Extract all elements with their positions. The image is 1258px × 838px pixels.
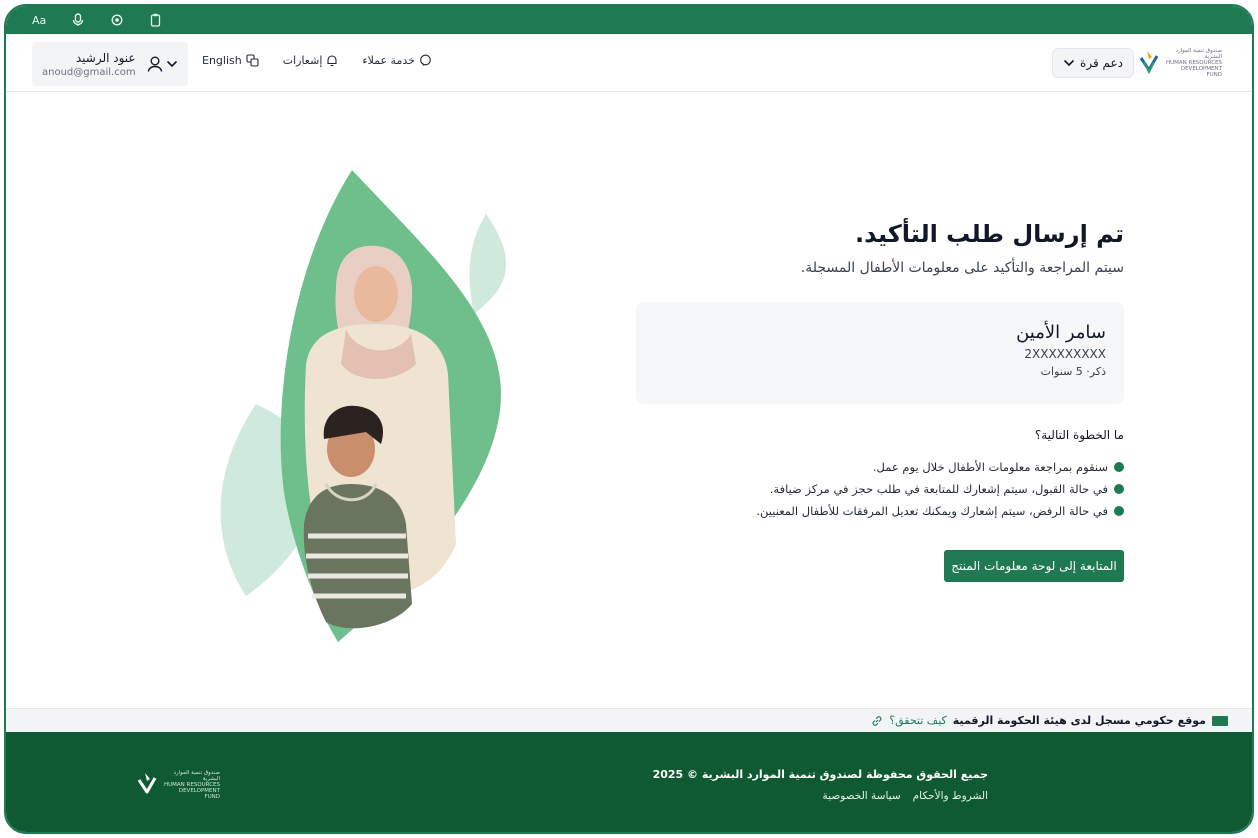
user-menu[interactable]: عنود الرشيد anoud@gmail.com bbox=[32, 42, 188, 86]
copyright-text: جميع الحقوق محفوظة لصندوق تنمية الموارد … bbox=[652, 768, 988, 781]
footer-logo[interactable]: صندوق تنمية الموارد البشرية HUMAN RESOUR… bbox=[136, 770, 220, 800]
continue-to-dashboard-button[interactable]: المتابعة إلى لوحة معلومات المنتج bbox=[944, 550, 1124, 582]
next-steps-list: سنقوم بمراجعة معلومات الأطفال خلال يوم ع… bbox=[756, 456, 1124, 522]
gov-registration-text: موقع حكومي مسجل لدى هيئة الحكومة الرقمية bbox=[952, 714, 1206, 727]
user-name: عنود الرشيد bbox=[75, 50, 136, 65]
footer: جميع الحقوق محفوظة لصندوق تنمية الموارد … bbox=[6, 732, 1252, 832]
header-nav: English إشعارات خدمة عملاء bbox=[202, 54, 432, 67]
logo-text-en: HUMAN RESOURCES DEVELOPMENT FUND bbox=[1165, 60, 1222, 78]
logo-mark-icon bbox=[137, 773, 157, 794]
leaf-small-right bbox=[469, 214, 507, 314]
child-meta: ذكر· 5 سنوات bbox=[1040, 365, 1106, 378]
list-item: سنقوم بمراجعة معلومات الأطفال خلال يوم ع… bbox=[756, 456, 1124, 478]
gov-registration-bar: موقع حكومي مسجل لدى هيئة الحكومة الرقمية… bbox=[6, 708, 1252, 732]
microphone-icon[interactable] bbox=[72, 6, 84, 34]
privacy-link[interactable]: سياسة الخصوصية bbox=[823, 790, 901, 802]
language-toggle[interactable]: English bbox=[202, 54, 259, 67]
chevron-down-icon bbox=[166, 60, 178, 68]
logo-mark-icon bbox=[1139, 51, 1159, 75]
child-card: سامر الأمين 2XXXXXXXXX ذكر· 5 سنوات bbox=[636, 302, 1124, 404]
how-to-verify-link[interactable]: كيف تتحقق؟ bbox=[889, 714, 947, 727]
page-title: تم إرسال طلب التأكيد. bbox=[855, 220, 1124, 248]
translate-icon bbox=[246, 54, 259, 67]
next-step-title: ما الخطوة التالية؟ bbox=[1034, 428, 1124, 442]
logo-text-ar: صندوق تنمية الموارد البشرية bbox=[1175, 48, 1222, 60]
list-item: في حالة الرفض، سيتم إشعارك ويمكنك تعديل … bbox=[756, 500, 1124, 522]
user-email: anoud@gmail.com bbox=[42, 66, 136, 78]
list-item: في حالة القبول، سيتم إشعارك للمتابعة في … bbox=[756, 478, 1124, 500]
chat-icon bbox=[420, 54, 431, 66]
support-label: دعم قرة bbox=[1080, 56, 1123, 70]
bullet-icon bbox=[1114, 506, 1124, 516]
eye-icon[interactable] bbox=[110, 6, 124, 34]
hrdf-logo[interactable]: صندوق تنمية الموارد البشرية HUMAN RESOUR… bbox=[1138, 48, 1222, 78]
clipboard-icon[interactable] bbox=[150, 6, 161, 34]
header: صندوق تنمية الموارد البشرية HUMAN RESOUR… bbox=[6, 34, 1252, 92]
notifications-link[interactable]: إشعارات bbox=[283, 54, 339, 67]
support-dropdown[interactable]: دعم قرة bbox=[1052, 48, 1134, 78]
customer-service-link[interactable]: خدمة عملاء bbox=[362, 54, 432, 67]
link-icon[interactable] bbox=[871, 715, 883, 727]
hero-illustration bbox=[220, 170, 507, 642]
bell-icon bbox=[327, 55, 337, 67]
chevron-down-icon bbox=[1063, 59, 1075, 67]
child-name: سامر الأمين bbox=[1016, 322, 1106, 343]
bullet-icon bbox=[1114, 484, 1124, 494]
page-subtitle: سيتم المراجعة والتأكيد على معلومات الأطف… bbox=[800, 260, 1124, 276]
bullet-icon bbox=[1114, 462, 1124, 472]
language-label: English bbox=[202, 54, 242, 67]
customer-service-label: خدمة عملاء bbox=[362, 54, 415, 67]
footer-logo-text-ar: صندوق تنمية الموارد البشرية bbox=[173, 770, 220, 782]
accessibility-bar: Aa bbox=[6, 6, 1252, 34]
terms-link[interactable]: الشروط والأحكام bbox=[913, 790, 988, 802]
font-size-button[interactable]: Aa bbox=[32, 6, 46, 34]
notifications-label: إشعارات bbox=[282, 54, 323, 67]
footer-links: الشروط والأحكام سياسة الخصوصية bbox=[823, 790, 988, 802]
app-frame: Aa صندوق تنمية الموارد البشرية HUMAN RES… bbox=[4, 4, 1254, 834]
footer-logo-text-en: HUMAN RESOURCES DEVELOPMENT FUND bbox=[163, 782, 220, 800]
user-icon bbox=[147, 56, 162, 72]
child-id: 2XXXXXXXXX bbox=[1024, 347, 1106, 361]
saudi-flag-icon bbox=[1212, 715, 1228, 726]
